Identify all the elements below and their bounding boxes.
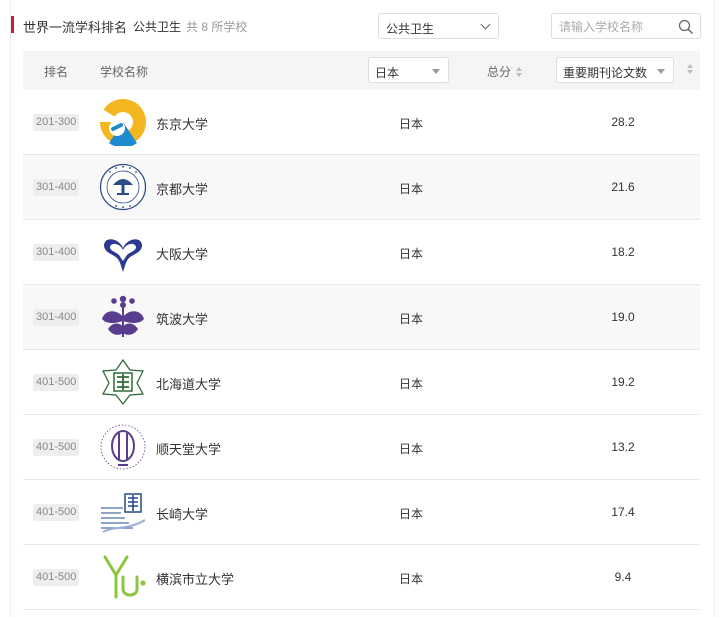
- subject-select[interactable]: 公共卫生: [378, 13, 499, 39]
- tokyo-ginkgo-logo: [99, 99, 146, 146]
- nagasaki-logo: [101, 493, 146, 533]
- table-header: 排名 学校名称 日本 总分 重要期刊论文数: [23, 51, 700, 90]
- caret-down-icon: [432, 69, 440, 74]
- school-count: 共 8 所学校: [186, 20, 248, 34]
- school-search[interactable]: [551, 13, 701, 39]
- rank-badge: 301-400: [33, 309, 80, 326]
- rank-badge: 401-500: [33, 439, 80, 456]
- score-cell: 28.2: [611, 115, 635, 129]
- ranking-panel: 世界一流学科排名 公共卫生 共 8 所学校 公共卫生 排名 学校名称 日本 总分…: [10, 0, 715, 617]
- osaka-icho-logo: [104, 239, 142, 272]
- country-cell: 日本: [398, 247, 423, 261]
- country-cell: 日本: [398, 507, 423, 521]
- score-cell: 17.4: [611, 505, 635, 519]
- table-row[interactable]: 401-500 顺天堂大学 日本 13.2: [23, 415, 700, 480]
- score-cell: 18.2: [611, 245, 635, 259]
- score-cell: 9.4: [614, 570, 632, 584]
- university-name[interactable]: 北海道大学: [156, 374, 221, 393]
- country-cell: 日本: [398, 182, 423, 196]
- table-row[interactable]: 401-500 长崎大学 日本 17.4: [23, 480, 700, 545]
- score-cell: 19.0: [611, 310, 635, 324]
- title-accent-bar: [11, 16, 14, 33]
- table-row[interactable]: 301-400 筑波大学 日本 19.0: [23, 285, 700, 350]
- country-cell: 日本: [398, 442, 423, 456]
- column-header-total-label: 总分: [487, 65, 512, 79]
- university-name[interactable]: 京都大学: [156, 179, 208, 198]
- column-header-rank: 排名: [44, 65, 69, 79]
- search-icon[interactable]: [678, 19, 694, 35]
- panel-title: 世界一流学科排名: [23, 20, 128, 35]
- country-cell: 日本: [398, 377, 423, 391]
- rank-badge: 301-400: [33, 179, 80, 196]
- indicator-select[interactable]: 重要期刊论文数: [556, 57, 674, 83]
- university-name[interactable]: 顺天堂大学: [156, 439, 221, 458]
- university-name[interactable]: 长崎大学: [156, 504, 208, 523]
- university-name[interactable]: 大阪大学: [156, 244, 208, 263]
- university-name[interactable]: 筑波大学: [156, 309, 208, 328]
- caret-down-icon: [657, 69, 665, 74]
- hokkaido-star-logo: [101, 358, 145, 406]
- table-row[interactable]: 401-500 横滨市立大学 日本 9.4: [23, 545, 700, 610]
- chevron-down-icon: [480, 19, 491, 30]
- sort-icon[interactable]: [687, 64, 693, 74]
- university-name[interactable]: 横滨市立大学: [156, 569, 234, 588]
- indicator-select-value: 重要期刊论文数: [563, 66, 648, 80]
- rank-badge: 401-500: [33, 569, 80, 586]
- ranking-table-body: 201-300 东京大学 日本 28.2 301-400 京都大学 日本 21.…: [23, 90, 700, 610]
- table-row[interactable]: 401-500 北海道大学 日本 19.2: [23, 350, 700, 415]
- table-row[interactable]: 301-400 京都大学 日本 21.6: [23, 155, 700, 220]
- score-cell: 19.2: [611, 375, 635, 389]
- rank-badge: 401-500: [33, 374, 80, 391]
- column-header-name: 学校名称: [100, 65, 149, 79]
- tsukuba-kiri-logo: [102, 295, 144, 337]
- column-header-total[interactable]: 总分: [487, 63, 523, 80]
- rank-badge: 301-400: [33, 244, 80, 261]
- juntendo-logo: [100, 424, 146, 470]
- country-filter-select[interactable]: 日本: [368, 57, 449, 83]
- kyoto-seal-logo: [99, 163, 147, 211]
- subject-select-value: 公共卫生: [386, 22, 435, 36]
- table-row[interactable]: 301-400 大阪大学 日本 18.2: [23, 220, 700, 285]
- table-row[interactable]: 201-300 东京大学 日本 28.2: [23, 90, 700, 155]
- country-cell: 日本: [398, 312, 423, 326]
- country-cell: 日本: [398, 117, 423, 131]
- rank-badge: 201-300: [33, 114, 80, 131]
- score-cell: 13.2: [611, 440, 635, 454]
- score-cell: 21.6: [611, 180, 635, 194]
- rank-badge: 401-500: [33, 504, 80, 521]
- subject-label: 公共卫生: [133, 20, 182, 34]
- sort-icon[interactable]: [516, 67, 523, 77]
- country-cell: 日本: [398, 572, 423, 586]
- yokohama-yu-logo: [103, 555, 146, 599]
- country-filter-value: 日本: [375, 66, 400, 80]
- university-name[interactable]: 东京大学: [156, 114, 208, 133]
- search-input[interactable]: [559, 18, 677, 35]
